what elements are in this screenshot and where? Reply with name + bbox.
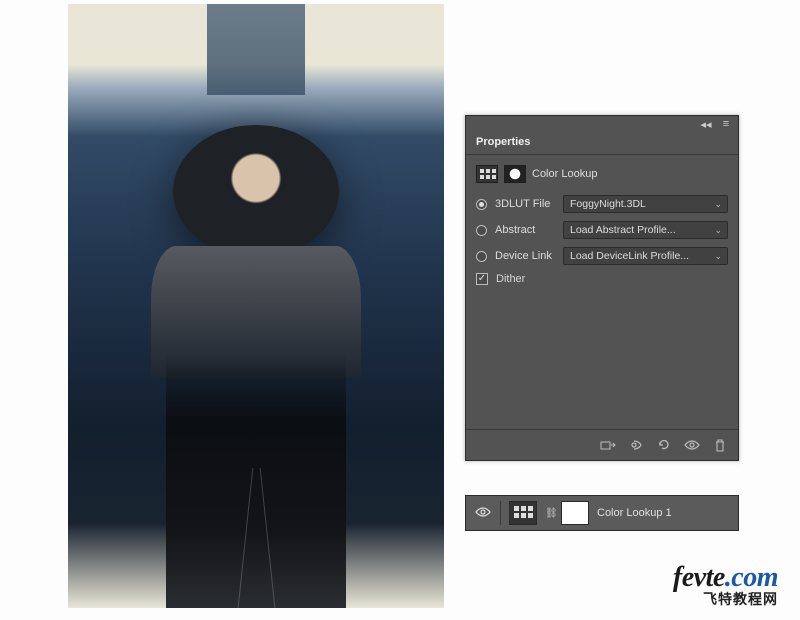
dropdown-3dlut-value: FoggyNight.3DL xyxy=(570,198,646,210)
layer-mask-thumb[interactable] xyxy=(561,501,589,525)
watermark-domain: .com xyxy=(725,562,778,593)
dropdown-abstract[interactable]: Load Abstract Profile... ⌄ xyxy=(563,221,728,239)
label-abstract: Abstract xyxy=(495,224,555,236)
watermark: fevte.com 飞特教程网 xyxy=(673,564,778,606)
dropdown-devicelink[interactable]: Load DeviceLink Profile... ⌄ xyxy=(563,247,728,265)
artwork-road xyxy=(166,354,346,608)
label-3dlut: 3DLUT File xyxy=(495,198,555,210)
mask-thumb-icon[interactable] xyxy=(504,165,526,183)
label-dither: Dither xyxy=(496,273,525,285)
radio-3dlut[interactable] xyxy=(476,199,487,210)
reset-icon[interactable] xyxy=(656,438,672,452)
option-devicelink: Device Link Load DeviceLink Profile... ⌄ xyxy=(476,247,728,265)
chevron-down-icon: ⌄ xyxy=(714,199,722,210)
visibility-icon[interactable] xyxy=(684,438,700,452)
lut-grid-icon[interactable] xyxy=(476,165,498,183)
chevron-down-icon: ⌄ xyxy=(714,225,722,236)
clip-to-layer-icon[interactable] xyxy=(600,438,616,452)
chevron-down-icon: ⌄ xyxy=(714,251,722,262)
panel-title: Properties xyxy=(466,130,738,155)
properties-panel: ◂◂ ≡ Properties Color Lookup 3DLUT File … xyxy=(465,115,739,461)
layer-visibility-icon[interactable] xyxy=(474,506,492,521)
dropdown-devicelink-value: Load DeviceLink Profile... xyxy=(570,250,689,262)
artwork-band xyxy=(207,4,305,95)
radio-devicelink[interactable] xyxy=(476,251,487,262)
layer-adjustment-thumb[interactable] xyxy=(509,501,537,525)
view-previous-icon[interactable] xyxy=(628,438,644,452)
collapse-icon[interactable]: ◂◂ xyxy=(700,118,712,130)
radio-abstract[interactable] xyxy=(476,225,487,236)
layer-name: Color Lookup 1 xyxy=(597,507,672,519)
adjustment-header: Color Lookup xyxy=(476,165,728,183)
option-dither: Dither xyxy=(476,273,728,285)
panel-spacer xyxy=(476,293,728,423)
link-icon[interactable]: ⛓ xyxy=(545,508,553,519)
option-abstract: Abstract Load Abstract Profile... ⌄ xyxy=(476,221,728,239)
layer-row[interactable]: ⛓ Color Lookup 1 xyxy=(465,495,739,531)
artwork-head xyxy=(173,125,338,258)
watermark-brand-text: fevte xyxy=(673,562,725,593)
panel-body: Color Lookup 3DLUT File FoggyNight.3DL ⌄… xyxy=(466,155,738,429)
dropdown-3dlut[interactable]: FoggyNight.3DL ⌄ xyxy=(563,195,728,213)
panel-controls: ◂◂ ≡ xyxy=(466,116,738,130)
trash-icon[interactable] xyxy=(712,438,728,452)
panel-footer xyxy=(466,429,738,460)
adjustment-name: Color Lookup xyxy=(532,168,597,180)
artwork xyxy=(68,4,444,608)
dropdown-abstract-value: Load Abstract Profile... xyxy=(570,224,676,236)
panel-menu-icon[interactable]: ≡ xyxy=(720,118,732,130)
watermark-subtitle: 飞特教程网 xyxy=(673,592,778,606)
checkbox-dither[interactable] xyxy=(476,273,488,285)
divider xyxy=(500,501,501,525)
option-3dlut: 3DLUT File FoggyNight.3DL ⌄ xyxy=(476,195,728,213)
document-canvas xyxy=(68,4,444,608)
watermark-brand: fevte.com xyxy=(673,564,778,592)
label-devicelink: Device Link xyxy=(495,250,555,262)
